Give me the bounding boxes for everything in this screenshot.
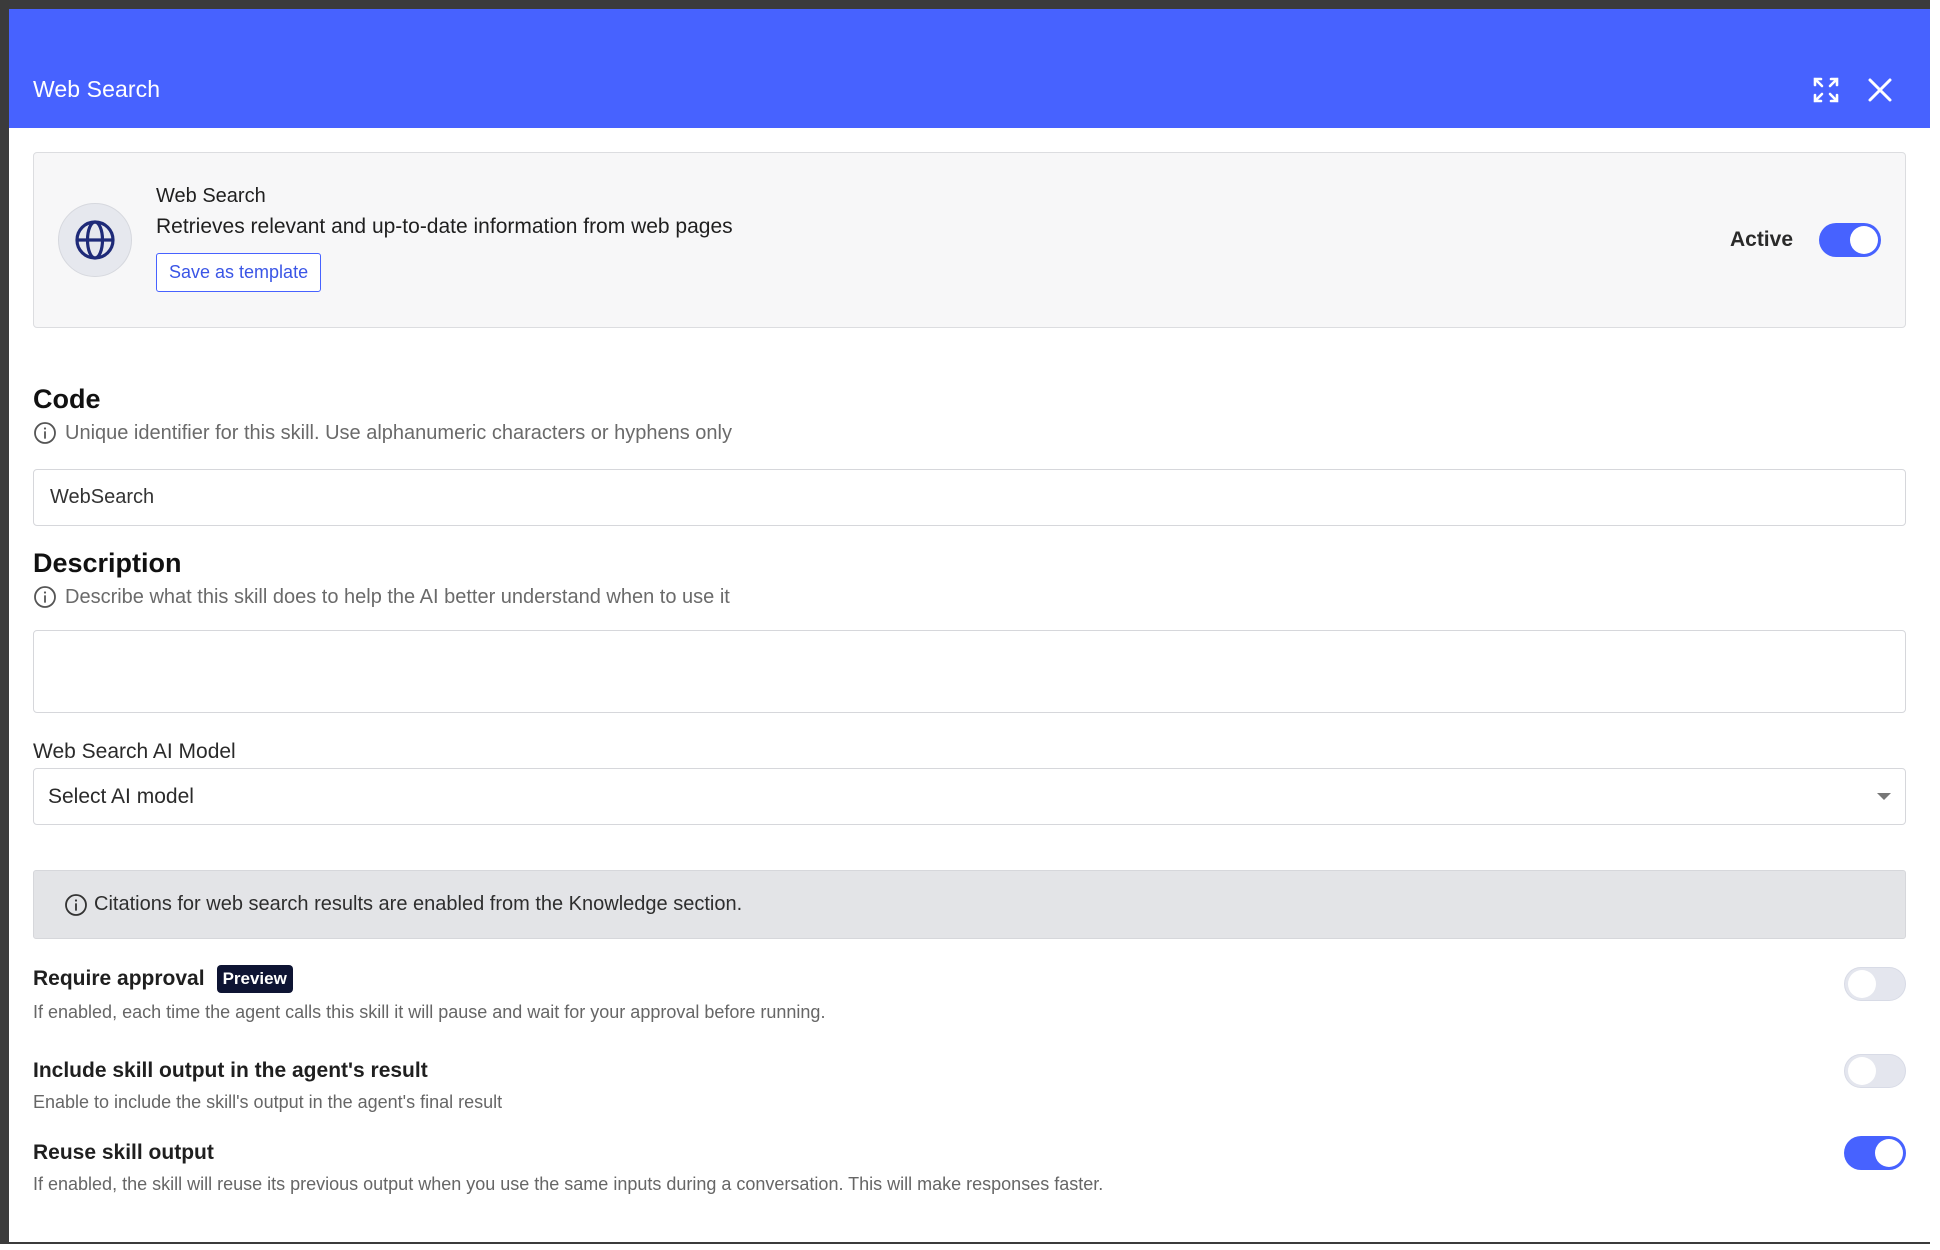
skill-avatar (58, 203, 132, 277)
skill-name: Web Search (156, 184, 266, 207)
toggle-knob (1875, 1139, 1903, 1167)
option-title: Require approval Preview (33, 965, 825, 993)
model-label: Web Search AI Model (33, 740, 236, 763)
require-approval-toggle[interactable] (1844, 967, 1906, 1001)
notice-text: Citations for web search results are ena… (94, 893, 743, 915)
description-hint: Describe what this skill does to help th… (33, 585, 1906, 609)
web-search-modal: Web Search Web Search Retrieves relevant… (9, 9, 1930, 1242)
toggle-knob (1848, 1057, 1876, 1085)
option-include-output: Include skill output in the agent's resu… (33, 1054, 1906, 1113)
toggle-knob (1848, 970, 1876, 998)
code-section: Code Unique identifier for this skill. U… (33, 384, 1906, 526)
description-title: Description (33, 548, 182, 578)
include-output-toggle[interactable] (1844, 1054, 1906, 1088)
model-section: Web Search AI Model Select AI model (33, 740, 1906, 825)
info-icon (34, 586, 56, 608)
expand-icon[interactable] (1810, 74, 1842, 106)
ai-model-select[interactable]: Select AI model (33, 768, 1906, 825)
preview-badge: Preview (216, 965, 293, 993)
ai-model-placeholder: Select AI model (48, 784, 194, 808)
modal-body: Web Search Retrieves relevant and up-to-… (9, 128, 1930, 1195)
reuse-output-toggle[interactable] (1844, 1136, 1906, 1170)
code-title: Code (33, 384, 101, 414)
citations-notice: Citations for web search results are ena… (33, 870, 1906, 939)
require-approval-label: Require approval (33, 967, 205, 990)
reuse-output-description: If enabled, the skill will reuse its pre… (33, 1174, 1104, 1194)
save-as-template-button[interactable]: Save as template (156, 252, 322, 292)
option-reuse-output: Reuse skill output If enabled, the skill… (33, 1136, 1906, 1195)
active-label: Active (1729, 228, 1793, 251)
reuse-output-label: Reuse skill output (33, 1141, 214, 1164)
modal-header: Web Search (9, 9, 1930, 128)
chevron-down-icon (1877, 793, 1891, 800)
active-control: Active (1730, 223, 1881, 257)
code-hint: Unique identifier for this skill. Use al… (33, 421, 1906, 445)
code-input[interactable] (33, 469, 1906, 526)
skill-description: Retrieves relevant and up-to-date inform… (156, 214, 733, 238)
active-toggle[interactable] (1819, 223, 1881, 257)
option-require-approval: Require approval Preview If enabled, eac… (33, 965, 1906, 1023)
description-textarea[interactable] (33, 630, 1906, 713)
info-icon (65, 893, 87, 916)
globe-icon (75, 220, 115, 260)
modal-title: Web Search (33, 76, 161, 102)
description-hint-text: Describe what this skill does to help th… (65, 585, 730, 608)
skill-card: Web Search Retrieves relevant and up-to-… (33, 152, 1906, 328)
header-actions (1810, 74, 1896, 106)
toggle-knob (1850, 226, 1878, 254)
backdrop-right (1930, 0, 1940, 1250)
require-approval-description: If enabled, each time the agent calls th… (33, 1002, 826, 1022)
include-output-description: Enable to include the skill's output in … (33, 1092, 503, 1112)
description-section: Description Describe what this skill doe… (33, 548, 1906, 718)
code-hint-text: Unique identifier for this skill. Use al… (65, 421, 732, 444)
close-icon[interactable] (1864, 74, 1896, 106)
include-output-label: Include skill output in the agent's resu… (33, 1059, 428, 1082)
info-icon (34, 422, 56, 444)
backdrop-bottom (0, 1244, 1940, 1250)
skill-info: Web Search Retrieves relevant and up-to-… (156, 185, 733, 292)
